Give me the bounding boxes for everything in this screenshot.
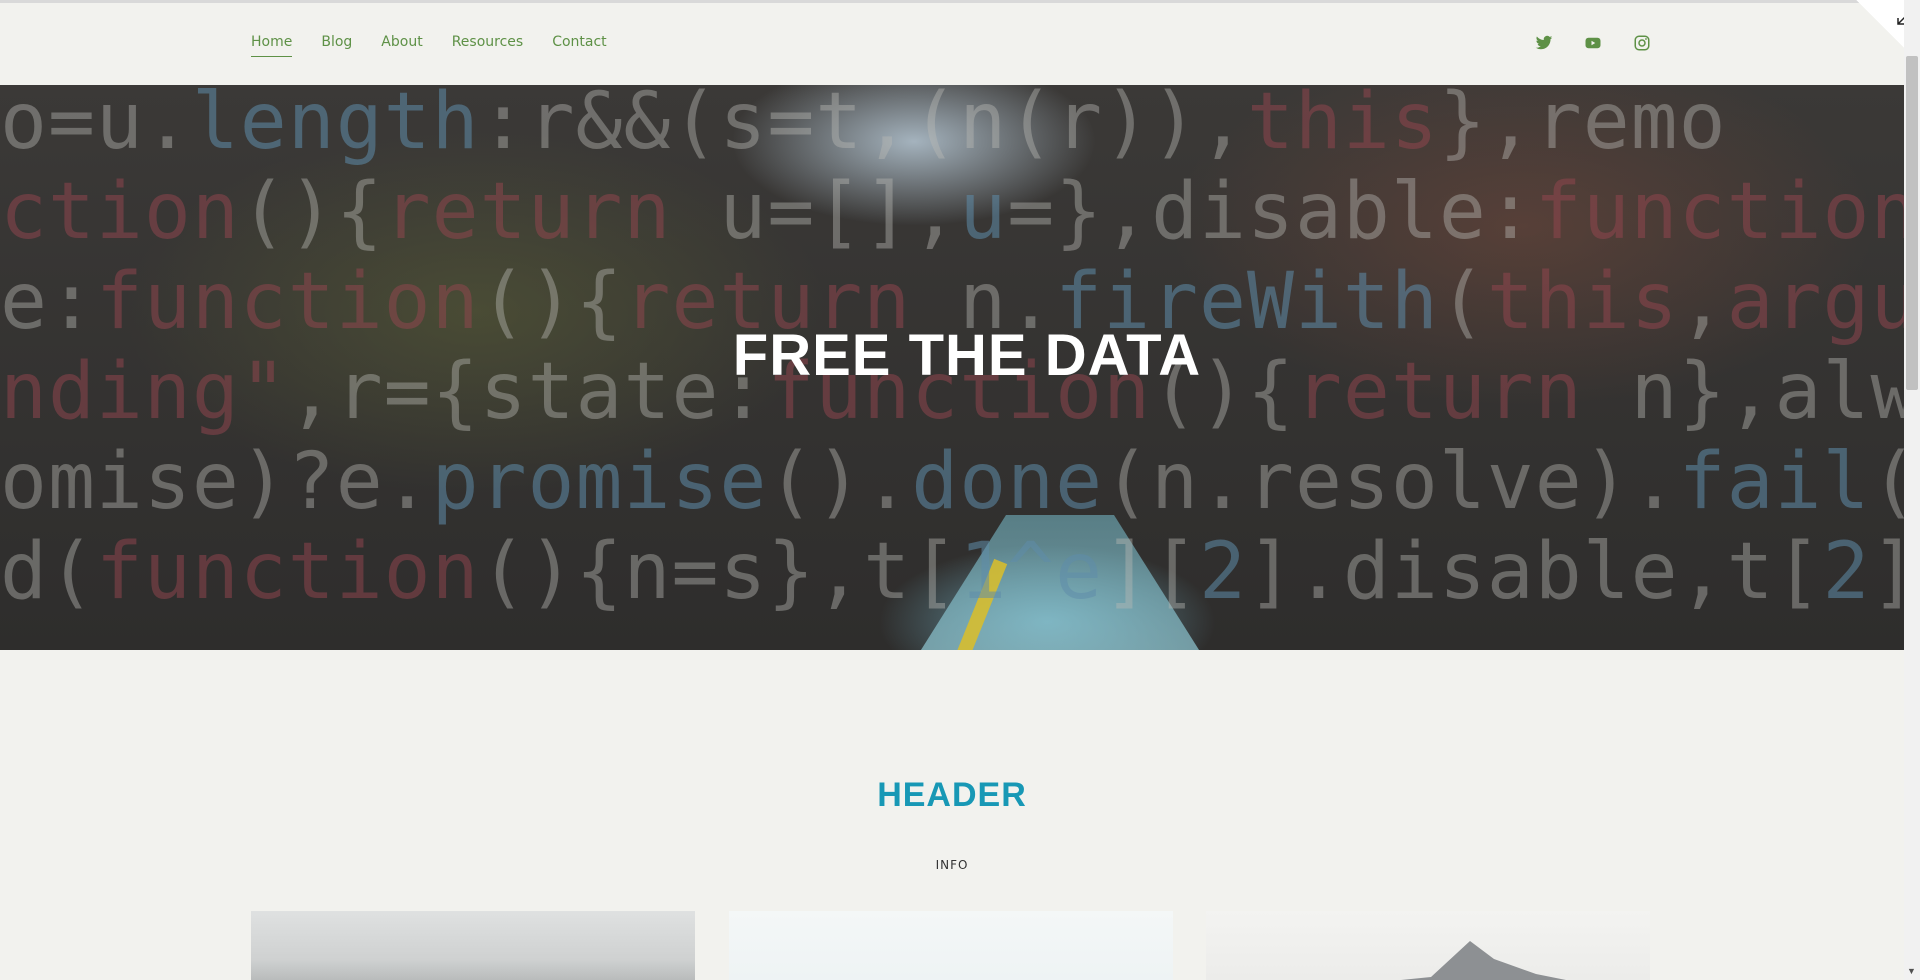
gallery-card-image[interactable] bbox=[1206, 911, 1650, 980]
instagram-icon[interactable] bbox=[1633, 34, 1651, 52]
nav-home-link[interactable]: Home bbox=[251, 34, 293, 57]
section-header: HEADER bbox=[877, 776, 1027, 814]
hero-banner: o=u.length:r&&(s=t,(n(r)),this},remo cti… bbox=[0, 85, 1904, 650]
hero-code-background: o=u.length:r&&(s=t,(n(r)),this},remo bbox=[0, 85, 1727, 167]
hero-code-background: d(function(){n=s},t[1^e][2].disable,t[2]… bbox=[0, 527, 1904, 617]
mountain-graphic bbox=[1296, 941, 1596, 980]
hero-code-background: omise)?e.promise().done(n.resolve).fail(… bbox=[0, 437, 1904, 527]
twitter-icon[interactable] bbox=[1535, 34, 1553, 52]
nav-contact-link[interactable]: Contact bbox=[552, 34, 606, 57]
section-info: INFO bbox=[935, 858, 969, 872]
gallery-card-image[interactable] bbox=[729, 911, 1173, 980]
main-navigation: Home Blog About Resources Contact bbox=[251, 34, 636, 57]
youtube-icon[interactable] bbox=[1584, 34, 1602, 52]
hero-code-background: ction(){return u=[],u=},disable:function bbox=[0, 167, 1904, 257]
nav-resources-link[interactable]: Resources bbox=[452, 34, 524, 57]
gallery-card-image[interactable] bbox=[251, 911, 695, 980]
nav-about-link[interactable]: About bbox=[381, 34, 422, 57]
scroll-down-arrow-icon[interactable]: ▼ bbox=[1907, 966, 1916, 976]
hero-title: FREE THE DATA bbox=[732, 323, 1202, 388]
scrollbar-thumb[interactable] bbox=[1906, 56, 1918, 390]
vertical-scrollbar[interactable]: ▼ bbox=[1904, 0, 1920, 980]
nav-blog-link[interactable]: Blog bbox=[321, 34, 352, 57]
top-border bbox=[0, 0, 1920, 3]
